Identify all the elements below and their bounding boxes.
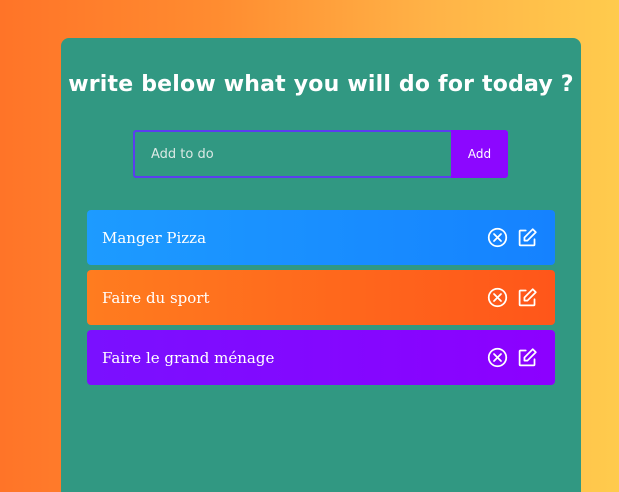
page-title: write below what you will do for today ? (68, 72, 574, 97)
todo-form: Add (133, 130, 508, 178)
todo-text: Faire le grand ménage (102, 348, 275, 367)
todo-item: Faire le grand ménage (87, 330, 555, 385)
todo-actions (487, 287, 538, 308)
edit-icon[interactable] (517, 227, 538, 248)
todo-actions (487, 227, 538, 248)
todo-app-card: write below what you will do for today ?… (61, 38, 581, 492)
close-circle-icon[interactable] (487, 287, 508, 308)
todo-list: Manger Pizza Faire du sport Faire le gra… (87, 210, 555, 390)
close-circle-icon[interactable] (487, 227, 508, 248)
todo-input[interactable] (133, 130, 451, 178)
todo-actions (487, 347, 538, 368)
add-button[interactable]: Add (451, 130, 508, 178)
close-circle-icon[interactable] (487, 347, 508, 368)
todo-item: Faire du sport (87, 270, 555, 325)
todo-item: Manger Pizza (87, 210, 555, 265)
edit-icon[interactable] (517, 287, 538, 308)
todo-text: Manger Pizza (102, 228, 207, 247)
edit-icon[interactable] (517, 347, 538, 368)
todo-text: Faire du sport (102, 288, 210, 307)
